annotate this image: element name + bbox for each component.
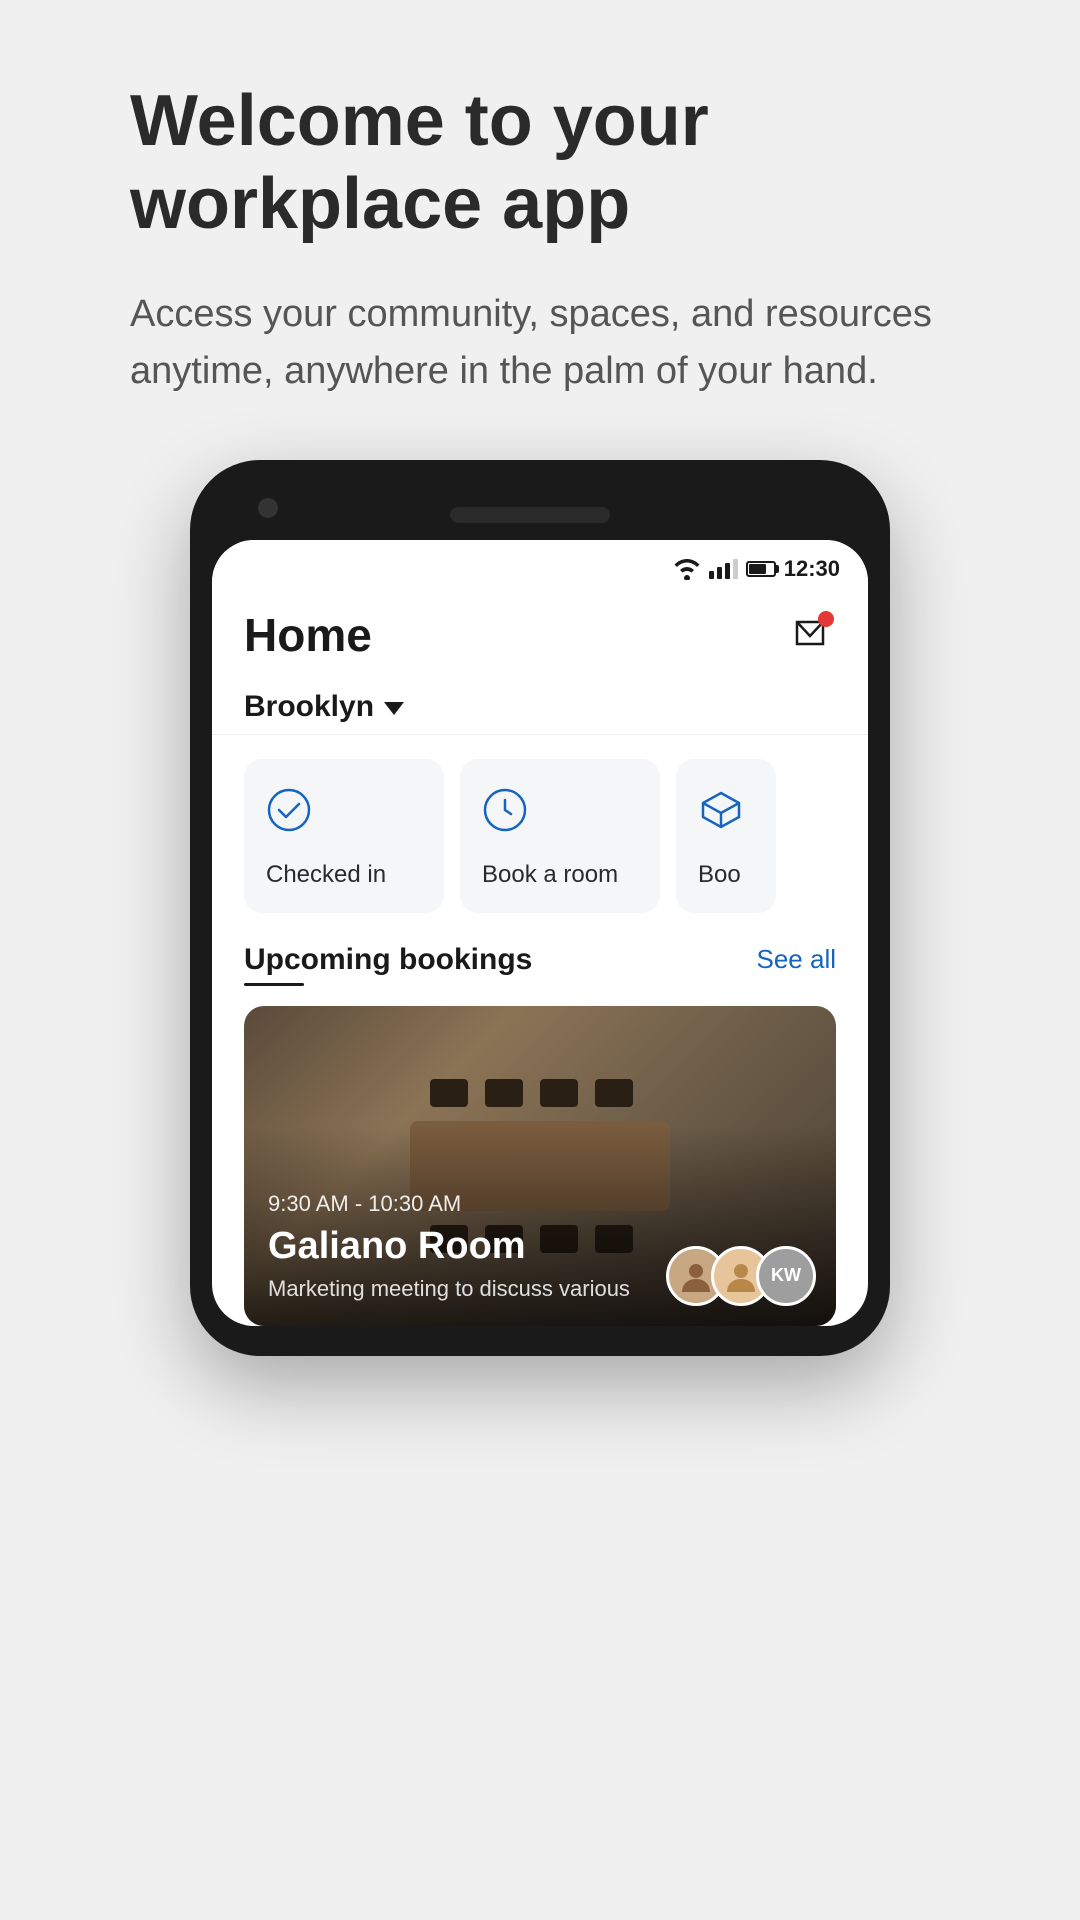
location-name: Brooklyn — [244, 690, 374, 724]
status-icons: 12:30 — [673, 556, 840, 582]
chevron-down-icon — [384, 702, 404, 715]
third-action-card[interactable]: Boo — [676, 759, 776, 913]
phone-mockup: 12:30 Home Brooklyn — [190, 460, 890, 1356]
status-time: 12:30 — [784, 556, 840, 582]
person-icon — [723, 1258, 759, 1294]
hero-section: Welcome to your workplace app Access you… — [130, 80, 950, 400]
section-underline — [244, 983, 304, 986]
phone-top-bar — [212, 490, 868, 540]
book-room-label: Book a room — [482, 861, 638, 889]
attendees: KW — [666, 1246, 816, 1306]
booking-time: 9:30 AM - 10:30 AM — [268, 1191, 812, 1217]
status-bar: 12:30 — [212, 540, 868, 590]
phone-screen: 12:30 Home Brooklyn — [212, 540, 868, 1326]
booking-background: 9:30 AM - 10:30 AM Galiano Room Marketin… — [244, 1006, 836, 1326]
quick-actions-row: Checked in Book a room — [212, 735, 868, 933]
chair — [430, 1079, 468, 1107]
checked-in-card[interactable]: Checked in — [244, 759, 444, 913]
camera-dot — [258, 498, 278, 518]
app-header: Home — [212, 590, 868, 674]
hero-title: Welcome to your workplace app — [130, 80, 950, 246]
check-circle-icon — [266, 787, 312, 833]
notification-dot — [818, 611, 834, 627]
signal-icon — [709, 559, 738, 579]
battery-icon — [746, 561, 776, 577]
book-room-card[interactable]: Book a room — [460, 759, 660, 913]
box-icon — [698, 787, 744, 833]
bookings-title: Upcoming bookings — [244, 943, 532, 977]
booking-card[interactable]: 9:30 AM - 10:30 AM Galiano Room Marketin… — [244, 1006, 836, 1326]
chair — [595, 1079, 633, 1107]
phone-frame: 12:30 Home Brooklyn — [190, 460, 890, 1356]
see-all-link[interactable]: See all — [757, 944, 837, 975]
speaker-grille — [450, 507, 610, 523]
clock-icon — [482, 787, 528, 833]
third-action-label: Boo — [698, 861, 754, 889]
chair — [485, 1079, 523, 1107]
notification-button[interactable] — [784, 609, 836, 661]
chair — [540, 1079, 578, 1107]
bookings-header: Upcoming bookings See all — [244, 943, 836, 977]
battery-fill — [749, 564, 766, 574]
avatar-kw: KW — [756, 1246, 816, 1306]
app-title: Home — [244, 608, 372, 662]
bookings-section: Upcoming bookings See all — [212, 933, 868, 1326]
wifi-icon — [673, 558, 701, 580]
location-row[interactable]: Brooklyn — [212, 674, 868, 735]
checked-in-label: Checked in — [266, 861, 422, 889]
hero-subtitle: Access your community, spaces, and resou… — [130, 286, 950, 400]
person-icon — [678, 1258, 714, 1294]
